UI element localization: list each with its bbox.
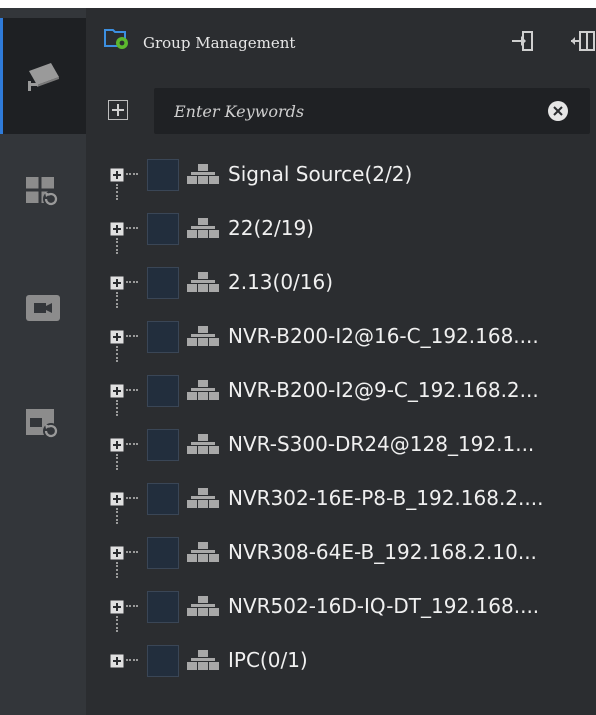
tree-connector: [126, 497, 138, 503]
tree-node-label: NVR502-16D-IQ-DT_192.168....: [228, 594, 540, 618]
organization-icon: [185, 649, 221, 677]
tree-node[interactable]: IPC(0/1): [86, 640, 596, 694]
tree-connector: [116, 562, 120, 578]
search-row: [86, 86, 596, 136]
rail-item-playback[interactable]: [0, 134, 86, 250]
expand-icon[interactable]: [110, 168, 124, 182]
expand-icon[interactable]: [110, 384, 124, 398]
expand-icon[interactable]: [110, 438, 124, 452]
tree-connector: [116, 238, 120, 254]
expand-icon[interactable]: [110, 222, 124, 236]
tree-connector: [116, 346, 120, 362]
tree-connector: [126, 605, 138, 611]
organization-icon: [185, 595, 221, 623]
tree-node[interactable]: NVR-S300-DR24@128_192.1...: [86, 424, 596, 478]
tree-connector: [116, 616, 120, 632]
organization-icon: [185, 487, 221, 515]
tree-connector: [116, 454, 120, 470]
expand-icon[interactable]: [110, 276, 124, 290]
video-camera-icon: [25, 293, 61, 323]
tree-connector: [126, 443, 138, 449]
rail-item-video[interactable]: [0, 250, 86, 366]
tree-connector: [116, 508, 120, 524]
panel-header: Group Management: [86, 8, 596, 78]
tree-connector: [126, 659, 138, 665]
organization-icon: [185, 541, 221, 569]
expand-icon[interactable]: [110, 654, 124, 668]
organization-icon: [185, 379, 221, 407]
tree-connector: [126, 389, 138, 395]
tree-connector: [126, 335, 138, 341]
node-checkbox[interactable]: [147, 645, 179, 677]
tree-node[interactable]: NVR302-16E-P8-B_192.168.2....: [86, 478, 596, 532]
node-checkbox[interactable]: [147, 213, 179, 245]
tree-node[interactable]: NVR308-64E-B_192.168.2.10...: [86, 532, 596, 586]
import-icon[interactable]: [510, 30, 534, 56]
device-tree-window: Group Management Enter Keywords Signal S…: [0, 8, 596, 715]
tree-node[interactable]: NVR502-16D-IQ-DT_192.168....: [86, 586, 596, 640]
left-rail: [0, 8, 86, 715]
tree-node[interactable]: NVR-B200-I2@9-C_192.168.2...: [86, 370, 596, 424]
device-tree: Signal Source(2/2) 22(2/19) 2.13(0/16) N…: [86, 154, 596, 694]
playback-grid-icon: [25, 175, 61, 209]
tree-node-label: NVR302-16E-P8-B_192.168.2....: [228, 486, 544, 510]
node-checkbox[interactable]: [147, 321, 179, 353]
tree-connector: [126, 281, 138, 287]
rail-item-live-view[interactable]: [0, 18, 86, 134]
tree-node-label: NVR-S300-DR24@128_192.1...: [228, 432, 535, 456]
search-input[interactable]: [154, 88, 554, 134]
organization-icon: [185, 325, 221, 353]
playback-window-icon: [25, 407, 61, 441]
tree-node-label: NVR-B200-I2@16-C_192.168....: [228, 324, 539, 348]
rail-item-playback-window[interactable]: [0, 366, 86, 482]
tree-node[interactable]: 22(2/19): [86, 208, 596, 262]
organization-icon: [185, 271, 221, 299]
tree-connector: [126, 227, 138, 233]
clear-icon[interactable]: [548, 101, 568, 121]
tree-connector: [116, 292, 120, 308]
tree-node[interactable]: NVR-B200-I2@16-C_192.168....: [86, 316, 596, 370]
node-checkbox[interactable]: [147, 375, 179, 407]
camera-icon: [23, 59, 63, 93]
tree-node-label: Signal Source(2/2): [228, 162, 413, 186]
node-checkbox[interactable]: [147, 267, 179, 299]
folder-settings-icon: [103, 26, 129, 54]
expand-icon[interactable]: [110, 600, 124, 614]
organization-icon: [185, 217, 221, 245]
add-icon[interactable]: [108, 100, 128, 120]
tree-node[interactable]: 2.13(0/16): [86, 262, 596, 316]
tree-node-label: 2.13(0/16): [228, 270, 334, 294]
node-checkbox[interactable]: [147, 591, 179, 623]
tree-connector: [126, 551, 138, 557]
tree-node-label: IPC(0/1): [228, 648, 308, 672]
expand-icon[interactable]: [110, 492, 124, 506]
tree-connector: [116, 400, 120, 416]
organization-icon: [185, 163, 221, 191]
node-checkbox[interactable]: [147, 429, 179, 461]
panel-title: Group Management: [143, 34, 296, 52]
expand-icon[interactable]: [110, 330, 124, 344]
tree-node[interactable]: Signal Source(2/2): [86, 154, 596, 208]
search-box: [154, 88, 590, 134]
node-checkbox[interactable]: [147, 483, 179, 515]
expand-icon[interactable]: [110, 546, 124, 560]
tree-connector: [116, 184, 120, 200]
tree-node-label: NVR-B200-I2@9-C_192.168.2...: [228, 378, 539, 402]
node-checkbox[interactable]: [147, 159, 179, 191]
organization-icon: [185, 433, 221, 461]
tree-node-label: 22(2/19): [228, 216, 314, 240]
node-checkbox[interactable]: [147, 537, 179, 569]
tree-connector: [126, 173, 138, 179]
group-management-panel: Group Management Enter Keywords Signal S…: [86, 8, 596, 715]
tree-node-label: NVR308-64E-B_192.168.2.10...: [228, 540, 537, 564]
export-icon[interactable]: [570, 30, 596, 56]
